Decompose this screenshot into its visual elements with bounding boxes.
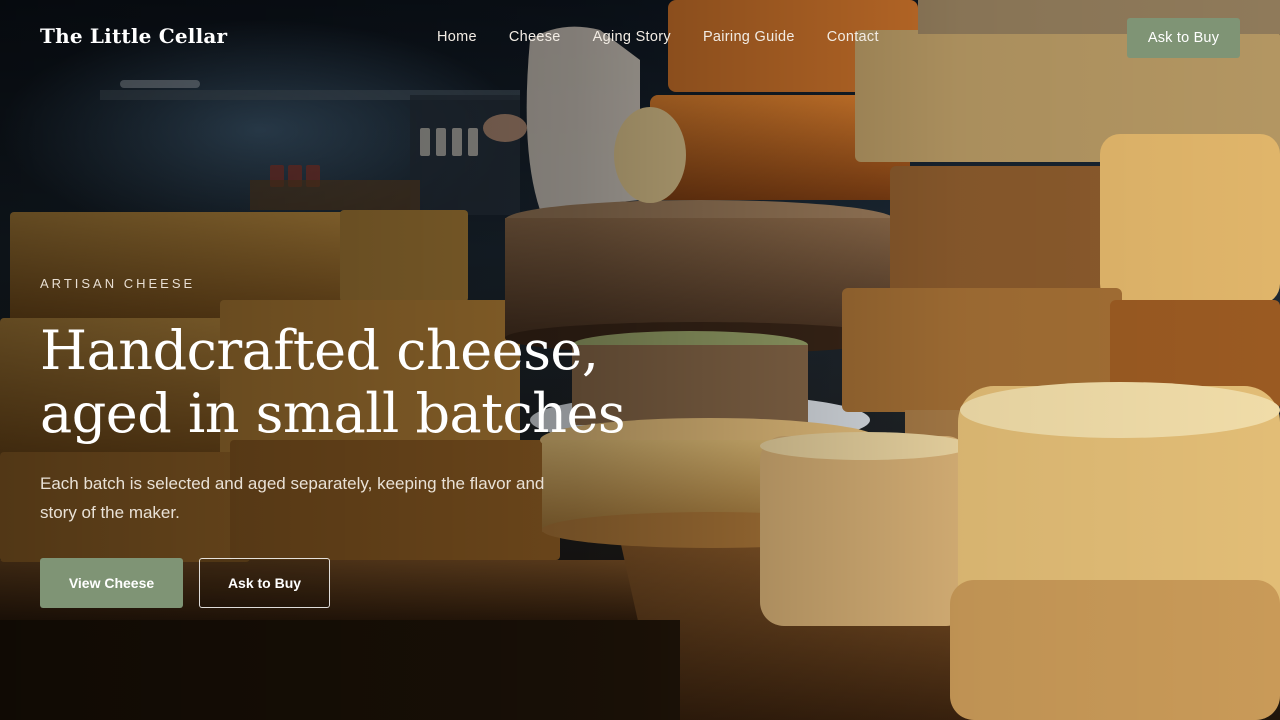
- hero-eyebrow: ARTISAN CHEESE: [40, 276, 196, 291]
- nav-links: Home Cheese Aging Story Pairing Guide Co…: [437, 29, 879, 45]
- view-cheese-button[interactable]: View Cheese: [40, 558, 183, 608]
- hero-headline-line-2: aged in small batches: [40, 382, 626, 445]
- nav-link-home[interactable]: Home: [437, 29, 477, 45]
- ask-to-buy-button[interactable]: Ask to Buy: [199, 558, 330, 608]
- hero-subtext: Each batch is selected and aged separate…: [40, 474, 545, 522]
- hero-actions: View Cheese Ask to Buy: [40, 558, 330, 608]
- nav-link-aging-story[interactable]: Aging Story: [593, 29, 671, 45]
- hero-headline-line-1: Handcrafted cheese,: [40, 319, 599, 382]
- nav-ask-to-buy-button[interactable]: Ask to Buy: [1127, 18, 1240, 58]
- hero-headline: Handcrafted cheese, aged in small batche…: [40, 319, 660, 445]
- nav-link-pairing-guide[interactable]: Pairing Guide: [703, 29, 795, 45]
- hero-content: ARTISAN CHEESE Handcrafted cheese, aged …: [40, 276, 660, 608]
- hero-section: The Little Cellar Home Cheese Aging Stor…: [0, 0, 1280, 720]
- top-navigation: The Little Cellar Home Cheese Aging Stor…: [0, 0, 1280, 76]
- brand-logo[interactable]: The Little Cellar: [40, 24, 227, 48]
- nav-link-cheese[interactable]: Cheese: [509, 29, 561, 45]
- nav-link-contact[interactable]: Contact: [827, 29, 879, 45]
